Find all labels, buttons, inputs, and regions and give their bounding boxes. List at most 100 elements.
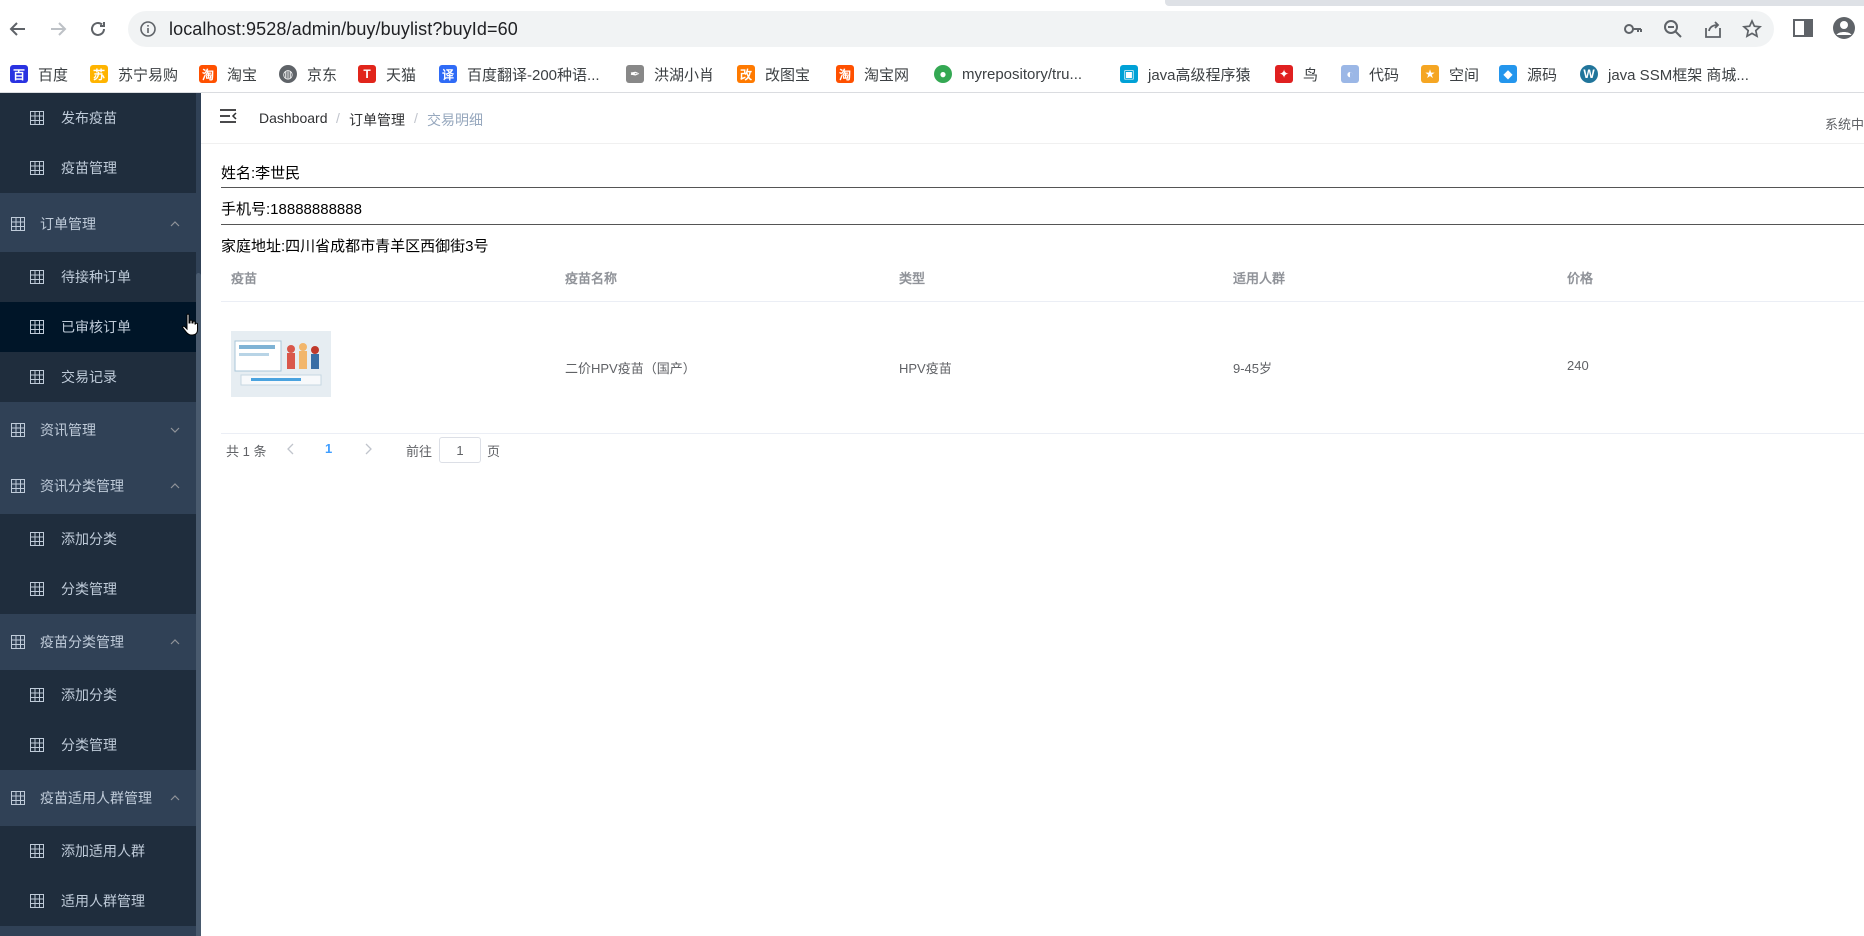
- bookmark-item[interactable]: 淘淘宝: [199, 56, 257, 92]
- table-grid-icon: [11, 217, 25, 231]
- back-arrow-icon: [9, 22, 25, 36]
- key-icon[interactable]: [1623, 19, 1643, 39]
- back-button[interactable]: [3, 14, 33, 44]
- sidebar-item-add-news-category[interactable]: 添加分类: [0, 514, 196, 564]
- sidebar-item-news-category-manage[interactable]: 分类管理: [0, 564, 196, 614]
- bookmark-item[interactable]: 百百度: [10, 56, 68, 92]
- chevron-up-icon: [170, 795, 180, 801]
- bookmark-item[interactable]: ★ 空间: [1421, 56, 1479, 92]
- bookmark-item[interactable]: 淘淘宝网: [836, 56, 909, 92]
- reload-button[interactable]: [83, 14, 113, 44]
- chevron-right-icon[interactable]: [363, 443, 373, 455]
- reload-icon: [91, 21, 105, 36]
- zoom-icon[interactable]: [1663, 19, 1683, 39]
- table-grid-icon: [30, 111, 44, 125]
- table-header-border: [221, 301, 1864, 302]
- cell-type: HPV疫苗: [899, 361, 952, 376]
- table-grid-icon: [30, 688, 44, 702]
- bookmark-item[interactable]: ✒ 洪湖小肖: [626, 56, 714, 92]
- pagination-goto-input[interactable]: [439, 437, 481, 463]
- table-row-border: [221, 433, 1864, 434]
- pagination-goto-label: 前往: [406, 444, 433, 459]
- docker-icon: ◆: [1499, 65, 1517, 83]
- breadcrumb-separator: /: [336, 110, 340, 126]
- divider: [221, 187, 1864, 188]
- customer-name: 姓名:李世民: [221, 165, 301, 182]
- suning-icon: 苏: [90, 65, 108, 83]
- sidebar-item-approved-orders[interactable]: 已审核订单: [0, 302, 196, 352]
- share-icon[interactable]: [1703, 19, 1723, 39]
- divider: [221, 224, 1864, 225]
- customer-phone: 手机号:18888888888: [221, 201, 362, 218]
- url-text[interactable]: localhost:9528/admin/buy/buylist?buyId=6…: [169, 19, 518, 40]
- column-header-name: 疫苗名称: [565, 271, 618, 286]
- column-header-price: 价格: [1567, 271, 1594, 286]
- table-grid-icon: [30, 320, 44, 334]
- bookmark-item[interactable]: ◍ 京东: [279, 56, 337, 92]
- bookmark-item[interactable]: Wjava SSM框架 商城...: [1580, 56, 1749, 92]
- hamburger-icon[interactable]: [219, 107, 237, 125]
- sidebar-group-news[interactable]: 资讯管理: [0, 402, 196, 458]
- sidebar-group-orders[interactable]: 订单管理: [0, 196, 196, 252]
- hand-cursor-icon: [182, 313, 198, 336]
- column-header-crowd: 适用人群: [1233, 271, 1286, 286]
- bookmark-item[interactable]: T 天猫: [358, 56, 416, 92]
- breadcrumb-separator: /: [414, 110, 418, 126]
- forward-button[interactable]: [43, 14, 73, 44]
- breadcrumb-orders[interactable]: 订单管理: [349, 110, 405, 130]
- sidebar-item-publish-vaccine[interactable]: 发布疫苗: [0, 93, 196, 143]
- profile-avatar-icon[interactable]: [1832, 16, 1856, 40]
- bookmark-item[interactable]: 译百度翻译-200种语...: [439, 56, 600, 92]
- chevron-left-icon[interactable]: [286, 443, 296, 455]
- table-grid-icon: [11, 423, 25, 437]
- table-grid-icon: [30, 370, 44, 384]
- sidebar-item-transactions[interactable]: 交易记录: [0, 352, 196, 402]
- address-bar[interactable]: localhost:9528/admin/buy/buylist?buyId=6…: [128, 11, 1774, 47]
- vaccine-image: [231, 331, 331, 397]
- column-header-vaccine: 疫苗: [231, 271, 258, 286]
- gaitubao-icon: 改: [737, 65, 755, 83]
- sidebar-item-add-crowd[interactable]: 添加适用人群: [0, 826, 196, 876]
- navbar: Dashboard / 订单管理 / 交易明细 系统中: [201, 93, 1864, 144]
- bilibili-icon: ▣: [1120, 65, 1138, 83]
- table-grid-icon: [11, 791, 25, 805]
- bookmark-item[interactable]: 苏苏宁易购: [90, 56, 178, 92]
- bookmark-item[interactable]: ▣ java高级程序猿: [1120, 56, 1251, 92]
- globe-icon: ◍: [279, 65, 297, 83]
- sidebar-group-vaccine-category[interactable]: 疫苗分类管理: [0, 614, 196, 670]
- sidebar-item-pending-orders[interactable]: 待接种订单: [0, 252, 196, 302]
- bookmark-item[interactable]: ◐ 代码: [1341, 56, 1399, 92]
- sidebar-item-crowd-manage[interactable]: 适用人群管理: [0, 876, 196, 926]
- cell-vaccine-name: 二价HPV疫苗（国产）: [565, 361, 696, 376]
- baidu-icon: 百: [10, 65, 28, 83]
- pagination-page-suffix: 页: [487, 444, 501, 459]
- site-info-icon[interactable]: [140, 21, 156, 37]
- breadcrumb-current: 交易明细: [427, 112, 483, 128]
- table-grid-icon: [30, 894, 44, 908]
- sidebar-item-vaccine-category-manage[interactable]: 分类管理: [0, 720, 196, 770]
- sidebar-scrollbar[interactable]: [196, 273, 201, 936]
- sidebar-item-add-vaccine-category[interactable]: 添加分类: [0, 670, 196, 720]
- bookmark-item[interactable]: ◆ 源码: [1499, 56, 1557, 92]
- column-header-type: 类型: [899, 271, 926, 286]
- table-grid-icon: [30, 532, 44, 546]
- bookmark-item[interactable]: ✦ 鸟: [1275, 56, 1318, 92]
- bird-icon: ✦: [1275, 65, 1293, 83]
- table-grid-icon: [30, 270, 44, 284]
- chevron-up-icon: [170, 483, 180, 489]
- pagination-current-page[interactable]: 1: [325, 441, 332, 456]
- bookmark-item[interactable]: ● myrepository/tru...: [934, 56, 1082, 92]
- table-grid-icon: [30, 844, 44, 858]
- customer-address: 家庭地址:四川省成都市青羊区西御街3号: [221, 238, 489, 255]
- bookmark-item[interactable]: 改改图宝: [737, 56, 810, 92]
- table-grid-icon: [30, 738, 44, 752]
- sidebar: 发布疫苗 疫苗管理 订单管理 待接种订单 已审核订单 交易记录 资讯管理 资讯分…: [0, 93, 201, 936]
- sidebar-group-vaccine-crowd[interactable]: 疫苗适用人群管理: [0, 770, 196, 826]
- sidebar-group-news-category[interactable]: 资讯分类管理: [0, 458, 196, 514]
- chrome-icon: ●: [934, 65, 952, 83]
- star-icon[interactable]: [1742, 19, 1762, 39]
- sidebar-item-vaccine-manage[interactable]: 疫苗管理: [0, 143, 196, 193]
- breadcrumb-dashboard[interactable]: Dashboard: [259, 110, 328, 126]
- tab-strip: [1165, 0, 1864, 6]
- side-panel-icon[interactable]: [1791, 16, 1815, 40]
